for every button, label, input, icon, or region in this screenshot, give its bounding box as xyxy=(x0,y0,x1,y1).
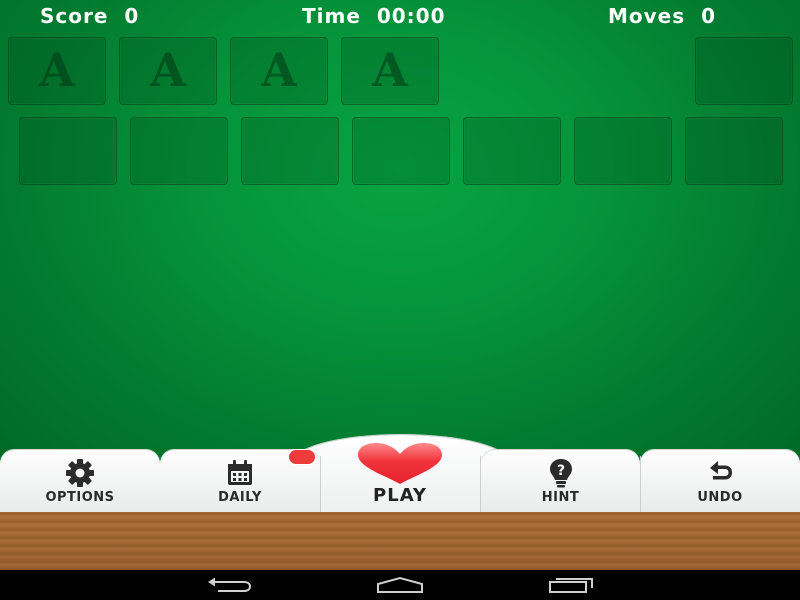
bottom-toolbar: OPTIONS DAILY PLAY ? HINT UNDO xyxy=(0,435,800,515)
play-label: PLAY xyxy=(373,485,427,506)
back-icon[interactable] xyxy=(206,576,252,598)
tableau-pile-6[interactable] xyxy=(574,117,672,185)
foundation-pile-1[interactable]: A xyxy=(8,37,106,105)
options-label: OPTIONS xyxy=(45,490,115,505)
foundation-ace-label: A xyxy=(39,43,75,97)
moves-value: 0 xyxy=(701,4,717,28)
score-value: 0 xyxy=(124,4,140,28)
heart-icon xyxy=(356,443,444,489)
hint-label: HINT xyxy=(541,490,580,505)
time-label: Time xyxy=(302,4,361,28)
tableau-pile-2[interactable] xyxy=(130,117,228,185)
lightbulb-question-icon: ? xyxy=(546,458,576,492)
moves-display: Moves 0 xyxy=(608,4,716,28)
foundation-ace-label: A xyxy=(372,43,408,97)
options-button[interactable]: OPTIONS xyxy=(0,450,160,512)
time-value: 00:00 xyxy=(376,4,446,28)
daily-label: DAILY xyxy=(218,490,262,505)
undo-arrow-icon xyxy=(705,458,735,492)
time-display: Time 00:00 xyxy=(302,4,446,28)
wood-table-edge xyxy=(0,512,800,570)
foundation-pile-3[interactable]: A xyxy=(230,37,328,105)
stock-pile[interactable] xyxy=(695,37,793,105)
tableau-pile-4[interactable] xyxy=(352,117,450,185)
recent-apps-icon[interactable] xyxy=(548,576,596,598)
gear-icon xyxy=(65,458,95,492)
daily-notification-badge xyxy=(288,449,316,465)
score-display: Score 0 xyxy=(40,4,139,28)
tableau-pile-3[interactable] xyxy=(241,117,339,185)
system-navigation-bar xyxy=(0,570,800,600)
undo-label: UNDO xyxy=(697,490,743,505)
hint-button[interactable]: ? HINT xyxy=(481,450,640,512)
tableau-pile-7[interactable] xyxy=(685,117,783,185)
undo-button[interactable]: UNDO xyxy=(640,450,800,512)
foundation-pile-4[interactable]: A xyxy=(341,37,439,105)
tableau-pile-1[interactable] xyxy=(19,117,117,185)
home-icon[interactable] xyxy=(376,576,424,598)
calendar-icon xyxy=(225,458,255,492)
foundation-ace-label: A xyxy=(261,43,297,97)
toolbar-divider xyxy=(640,456,641,512)
tableau-pile-5[interactable] xyxy=(463,117,561,185)
moves-label: Moves xyxy=(608,4,686,28)
foundation-pile-2[interactable]: A xyxy=(119,37,217,105)
foundation-ace-label: A xyxy=(150,43,186,97)
svg-text:?: ? xyxy=(556,463,564,479)
score-label: Score xyxy=(40,4,109,28)
